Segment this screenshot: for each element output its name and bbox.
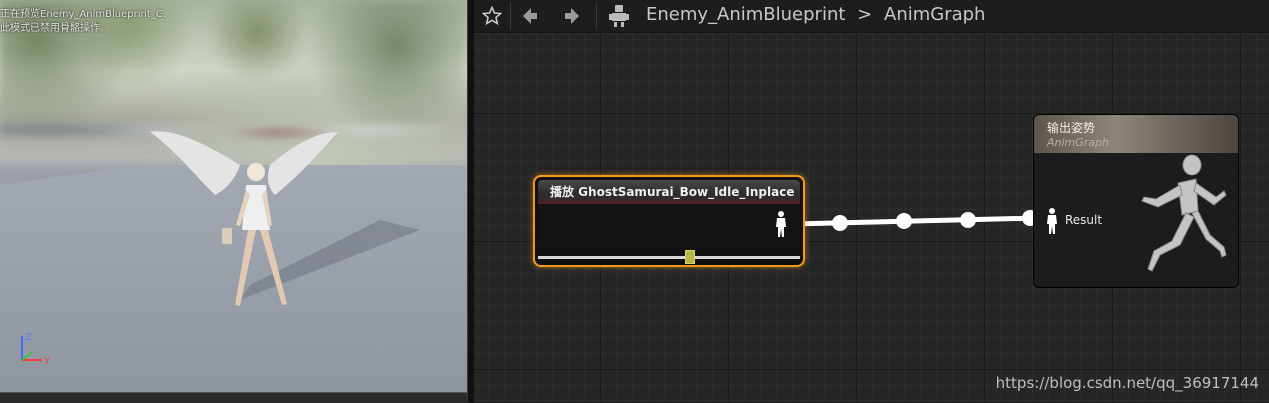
axis-y-label: Y bbox=[43, 356, 51, 367]
star-icon[interactable] bbox=[480, 3, 504, 29]
watermark: https://blog.csdn.net/qq_36917144 bbox=[995, 374, 1259, 392]
preview-status-line: 正在预览Enemy_AnimBlueprint_C. bbox=[0, 9, 166, 20]
node-header: 输出姿势 AnimGraph bbox=[1034, 115, 1238, 153]
arrow-left-icon[interactable] bbox=[518, 3, 542, 29]
play-animation-node[interactable]: 播放 GhostSamurai_Bow_Idle_Inplace bbox=[533, 175, 805, 267]
toolbar-separator bbox=[510, 2, 511, 30]
node-title: 输出姿势 bbox=[1047, 121, 1096, 135]
output-pose-node[interactable]: 输出姿势 AnimGraph Result bbox=[1033, 114, 1239, 288]
breadcrumb-root[interactable]: Enemy_AnimBlueprint bbox=[646, 4, 845, 25]
node-subtitle: AnimGraph bbox=[1047, 136, 1110, 149]
pose-pin-icon[interactable] bbox=[774, 210, 788, 238]
preview-status-line: 此模式已禁用骨骼操作。 bbox=[0, 23, 110, 34]
axis-z-label: Z bbox=[25, 332, 32, 343]
axis-gizmo: Z Y bbox=[21, 332, 51, 367]
breadcrumb-current: AnimGraph bbox=[884, 4, 986, 25]
toolbar-separator bbox=[596, 2, 597, 30]
node-body bbox=[538, 204, 800, 247]
node-title: 播放 GhostSamurai_Bow_Idle_Inplace bbox=[550, 185, 795, 199]
node-header: 播放 GhostSamurai_Bow_Idle_Inplace bbox=[538, 180, 800, 204]
pose-pin-icon[interactable] bbox=[1045, 207, 1059, 235]
running-mannequin-icon bbox=[1141, 154, 1227, 272]
playback-bar bbox=[538, 256, 800, 259]
arrow-right-icon[interactable] bbox=[560, 3, 584, 29]
graph-toolbar: Enemy_AnimBlueprint > AnimGraph bbox=[474, 0, 1269, 33]
viewport-bottom-bar bbox=[0, 392, 467, 403]
preview-viewport[interactable]: 正在预览Enemy_AnimBlueprint_C. 此模式已禁用骨骼操作。 Z… bbox=[0, 0, 467, 392]
result-pin-label: Result bbox=[1065, 213, 1103, 227]
robot-icon bbox=[606, 3, 632, 29]
breadcrumb-separator: > bbox=[857, 4, 873, 25]
playback-handle[interactable] bbox=[685, 250, 695, 264]
breadcrumb: Enemy_AnimBlueprint > AnimGraph bbox=[646, 4, 985, 25]
